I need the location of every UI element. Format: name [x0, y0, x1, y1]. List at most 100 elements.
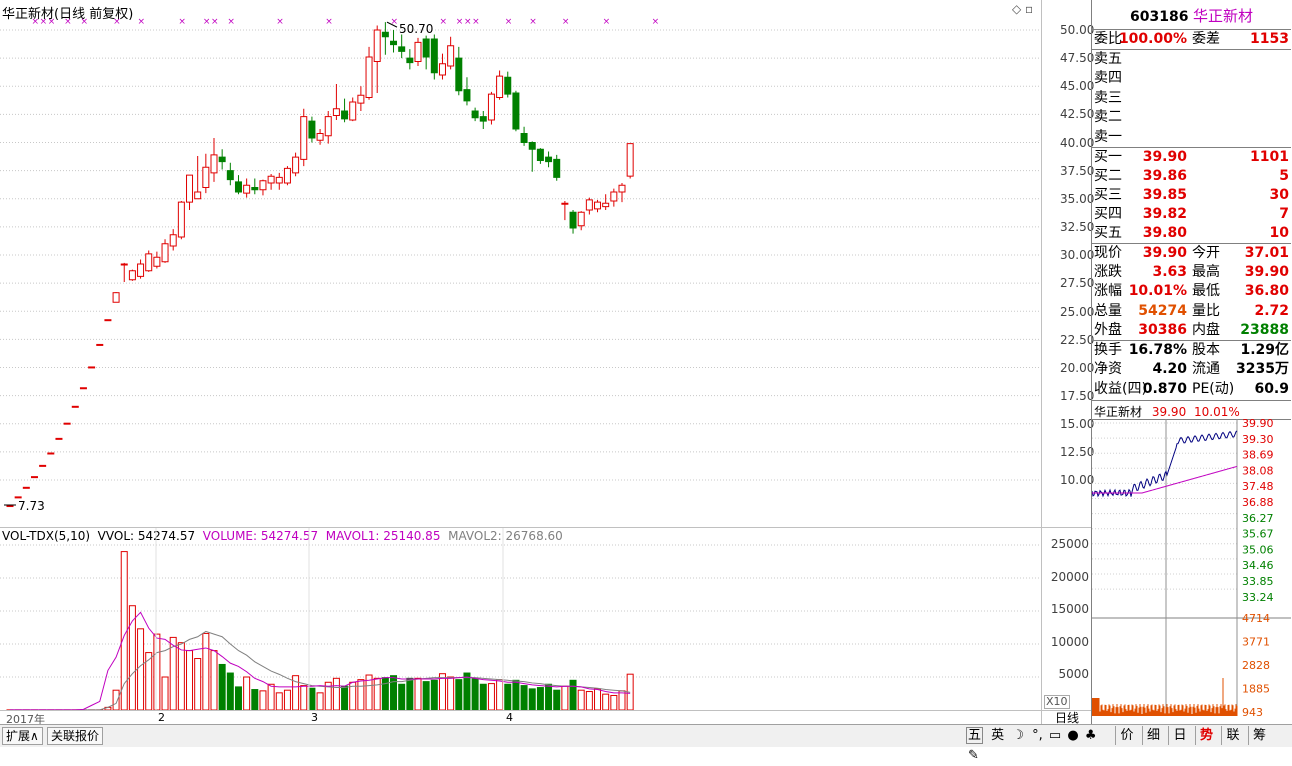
candle-body [104, 319, 112, 322]
event-marker: × [227, 17, 235, 27]
user-icon[interactable]: ● [1067, 728, 1078, 743]
volume-bar [520, 685, 528, 711]
kline-chart[interactable]: 华正新材(日线 前复权) ◇ ▫ × × × × × × × × × × × × × × × × × × × × × × ×… [0, 0, 1041, 527]
sell-level-label: 卖二 [1094, 109, 1122, 126]
mini-price-tick: 38.69 [1242, 449, 1274, 462]
buy-level-row[interactable]: 买二 39.86 5 [1092, 167, 1291, 186]
stat-value: 2.72 [1254, 302, 1289, 319]
mini-price-tick: 37.48 [1242, 480, 1274, 493]
right-view-tab[interactable]: 联 [1221, 726, 1244, 745]
mini-pct: 10.01% [1194, 405, 1240, 419]
volume-chart[interactable]: VOL-TDX(5,10) VVOL: 54274.57 VOLUME: 542… [0, 527, 1041, 711]
candle-body [626, 143, 634, 177]
moon-icon[interactable]: ☽ [1012, 728, 1024, 743]
buy-level-label: 买二 [1094, 168, 1122, 184]
ime-fullwidth-icon[interactable]: 五 [966, 727, 984, 744]
fundamental-label: 流通 [1192, 361, 1220, 378]
stat-value: 30386 [1138, 321, 1187, 338]
candle-body [585, 199, 593, 211]
candle-body [520, 133, 528, 143]
volume-bar [218, 663, 226, 711]
stock-header: 603186 华正新材 [1092, 5, 1291, 26]
buy-level-price: 39.82 [1142, 206, 1187, 222]
buy-level-row[interactable]: 买一 39.90 1101 [1092, 148, 1291, 167]
weicha-value: 1153 [1250, 31, 1289, 47]
intraday-mini-chart[interactable]: 39.90 39.30 38.69 38.08 37.48 36.88 36.27 35.67… [1092, 419, 1291, 719]
price-axis-tick: 35.00 [1060, 191, 1095, 206]
stat-value: 54274 [1138, 302, 1187, 319]
candle-body [202, 166, 210, 188]
candle-body [545, 156, 553, 163]
expand-tab[interactable]: 扩展∧ [2, 727, 43, 745]
stat-value: 23888 [1240, 321, 1289, 338]
volume-bar [398, 683, 406, 711]
event-marker: × [80, 17, 88, 27]
volume-bar [169, 636, 177, 711]
volume-bar [259, 690, 267, 711]
weibi-row: 委比 100.00% 委差 1153 [1092, 30, 1291, 49]
volume-bar [251, 689, 259, 711]
volume-bar [308, 687, 316, 711]
volume-bar [161, 676, 169, 711]
candle-body [275, 176, 283, 184]
sell-level-label: 卖一 [1094, 128, 1122, 145]
ime-english-icon[interactable]: 英 [991, 728, 1004, 743]
date-label-apr: 4 [506, 711, 513, 724]
quote-stat-row: 涨幅 10.01% 最低 36.80 [1092, 282, 1291, 301]
candle-body [430, 38, 438, 74]
price-axis-tick: 25.00 [1060, 304, 1095, 319]
punctuation-icon[interactable]: °, [1032, 728, 1043, 743]
sell-level-row[interactable]: 卖二 [1092, 108, 1291, 127]
right-view-tab[interactable]: 筹 [1247, 726, 1271, 745]
event-marker: × [113, 17, 121, 27]
fundamental-value: 1.29亿 [1240, 342, 1289, 358]
max-price-label: 50.70 [399, 22, 434, 36]
right-view-tab[interactable]: 细 [1141, 726, 1165, 745]
buy-level-row[interactable]: 买三 39.85 30 [1092, 186, 1291, 205]
event-marker: × [31, 17, 39, 27]
candle-body [79, 387, 87, 390]
wrench-icon[interactable]: ✎ [968, 748, 979, 763]
candle-body [177, 201, 185, 238]
candle-body [6, 505, 14, 508]
related-quotes-tab[interactable]: 关联报价 [47, 727, 104, 745]
candle-body [357, 94, 365, 104]
sell-level-row[interactable]: 卖五 [1092, 50, 1291, 69]
ime-toolbar[interactable]: 五 英 ☽ °, ▭ ● ♣ ✎ [966, 726, 1112, 763]
volume-bar [512, 679, 520, 711]
right-view-tab[interactable]: 价 [1115, 726, 1138, 745]
right-view-tab[interactable]: 势 [1194, 726, 1218, 745]
candle-body [528, 142, 536, 150]
stat-value: 10.01% [1128, 283, 1187, 300]
volume-bar [602, 693, 610, 711]
buy-level-row[interactable]: 买五 39.80 10 [1092, 224, 1291, 243]
right-view-tab[interactable]: 日 [1168, 726, 1191, 745]
sell-level-row[interactable]: 卖一 [1092, 128, 1291, 147]
volume-bar [463, 672, 471, 711]
event-marker: × [456, 17, 464, 27]
candle-body [561, 202, 569, 205]
volume-bar [373, 677, 381, 711]
period-selector[interactable]: 日线 [1041, 710, 1092, 725]
candle-body [259, 180, 267, 191]
price-axis-tick: 37.50 [1060, 163, 1095, 178]
buy-level-label: 买四 [1094, 206, 1122, 222]
volume-bar [267, 683, 275, 711]
candle-body [96, 343, 104, 346]
buy-level-row[interactable]: 买四 39.82 7 [1092, 205, 1291, 224]
shirt-icon[interactable]: ♣ [1085, 728, 1097, 743]
volume-bar [341, 685, 349, 711]
volume-bar [618, 690, 626, 711]
candle-body [153, 256, 161, 267]
mini-volume-tick: 1885 [1242, 683, 1270, 696]
volume-bar [275, 692, 283, 711]
volume-bar [406, 677, 414, 711]
volume-bar [414, 677, 422, 711]
volume-unit: X10 [1044, 695, 1070, 709]
candle-body [300, 116, 308, 160]
volume-bar [332, 677, 340, 711]
sell-level-row[interactable]: 卖四 [1092, 69, 1291, 88]
sell-level-row[interactable]: 卖三 [1092, 89, 1291, 108]
mini-price-tick: 39.30 [1242, 433, 1274, 446]
keyboard-icon[interactable]: ▭ [1049, 728, 1061, 743]
